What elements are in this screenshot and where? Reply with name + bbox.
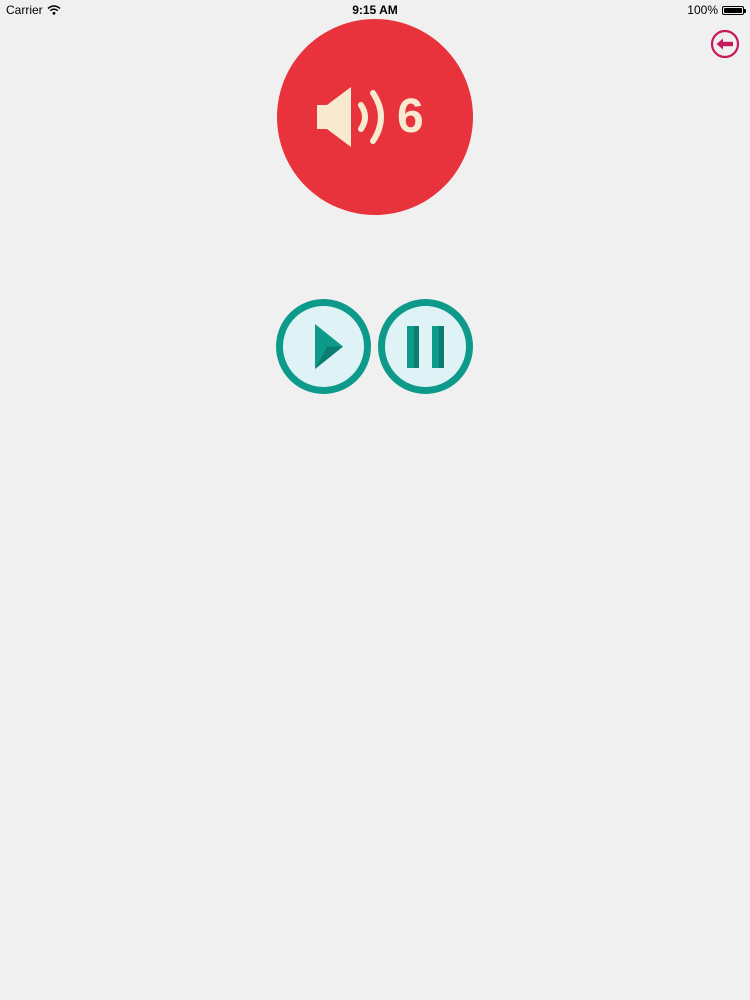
battery-nub <box>744 8 746 13</box>
status-time: 9:15 AM <box>352 3 398 17</box>
pause-icon <box>378 299 473 394</box>
play-button[interactable] <box>275 298 372 395</box>
pause-button[interactable] <box>377 298 474 395</box>
speaker-icon <box>317 87 384 147</box>
back-button[interactable] <box>710 29 740 59</box>
status-bar: Carrier 9:15 AM 100% <box>0 0 750 20</box>
back-arrow-icon <box>710 29 740 59</box>
battery-icon <box>722 5 746 15</box>
volume-level: 6 <box>397 90 424 143</box>
volume-button[interactable]: 6 <box>277 19 473 215</box>
status-right: 100% <box>687 3 746 17</box>
battery-percent: 100% <box>687 3 718 17</box>
play-icon <box>276 299 371 394</box>
battery-fill <box>724 7 742 13</box>
